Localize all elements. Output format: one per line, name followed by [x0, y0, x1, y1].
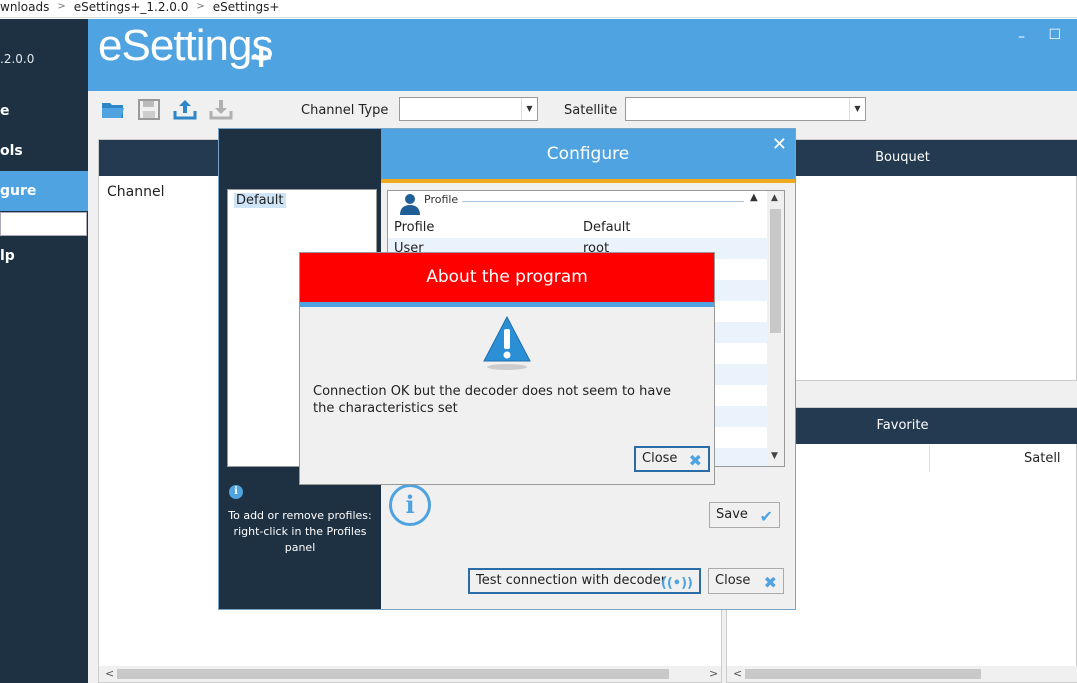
- column-divider: [929, 446, 930, 472]
- save-button-label: Save: [716, 507, 748, 522]
- satellite-column-header[interactable]: Satell: [1024, 451, 1061, 466]
- chevron-left-icon[interactable]: <: [733, 666, 742, 682]
- user-icon: [400, 194, 420, 215]
- app-logo-plus: +: [250, 37, 273, 79]
- minimize-button[interactable]: –: [1018, 29, 1025, 45]
- version-label: .2.0.0: [0, 52, 35, 66]
- app-logo: eSettings: [98, 21, 273, 70]
- sidebar-item-tools[interactable]: ols: [0, 131, 88, 171]
- toolbar: Channel Type ▼ Satellite ▼: [88, 91, 1077, 129]
- scroll-thumb[interactable]: [770, 209, 781, 333]
- chevron-down-icon[interactable]: ▼: [771, 451, 778, 461]
- info-circle-icon: i: [389, 484, 431, 526]
- close-x-icon: ✖: [763, 573, 777, 592]
- about-message: Connection OK but the decoder does not s…: [313, 384, 672, 416]
- channel-type-label: Channel Type: [301, 103, 389, 118]
- profiles-hint: To add or remove profiles: right-click i…: [228, 509, 372, 554]
- properties-vscroll[interactable]: ▲ ▼: [767, 191, 784, 466]
- maximize-button[interactable]: ☐: [1048, 27, 1061, 43]
- scroll-thumb[interactable]: [745, 669, 981, 679]
- property-value[interactable]: Default: [583, 217, 631, 238]
- save-button[interactable]: Save ✔: [709, 502, 780, 528]
- channel-label: Channel: [107, 184, 165, 200]
- chevron-down-icon: ▼: [521, 98, 537, 120]
- property-row: Profile Default: [388, 217, 768, 238]
- profile-item-default[interactable]: Default: [234, 193, 286, 208]
- close-button[interactable]: Close ✖: [708, 568, 784, 594]
- about-dialog: About the program Connection OK but the …: [299, 252, 715, 485]
- address-bar[interactable]: wnloads > eSettings+_1.2.0.0 > eSettings+: [0, 0, 1077, 18]
- close-button-label: Close: [715, 573, 751, 588]
- breadcrumb-folder[interactable]: eSettings+_1.2.0.0: [74, 0, 189, 14]
- upload-icon[interactable]: [172, 97, 198, 121]
- save-icon[interactable]: [136, 97, 162, 121]
- about-title: About the program: [300, 253, 714, 302]
- satellite-label: Satellite: [564, 103, 618, 118]
- satellite-select[interactable]: ▼: [625, 97, 866, 121]
- accent-band: [381, 179, 795, 183]
- chevron-up-icon[interactable]: ▲: [771, 193, 778, 203]
- chevron-right-icon: >: [196, 1, 205, 12]
- profile-section-title: Profile: [424, 193, 463, 206]
- test-connection-label: Test connection with decoder: [476, 573, 667, 588]
- breadcrumb-downloads[interactable]: wnloads: [0, 0, 49, 14]
- warning-icon: [483, 315, 531, 370]
- configure-title: Configure: [381, 129, 795, 179]
- sidebar-item-configure[interactable]: gure: [0, 171, 88, 211]
- chevron-left-icon[interactable]: <: [105, 666, 114, 682]
- collapse-icon[interactable]: ▲: [750, 192, 758, 203]
- chevron-right-icon: >: [57, 1, 66, 12]
- breadcrumb-app[interactable]: eSettings+: [213, 0, 280, 14]
- test-connection-button[interactable]: Test connection with decoder ((•)): [468, 568, 701, 594]
- scroll-thumb[interactable]: [117, 669, 669, 679]
- about-close-button[interactable]: Close ✖: [634, 446, 710, 472]
- sidebar-item-help[interactable]: lp: [0, 236, 88, 276]
- sidebar-input[interactable]: [0, 212, 87, 236]
- chevron-down-icon: ▼: [849, 98, 865, 120]
- channel-hscroll[interactable]: < >: [99, 666, 721, 682]
- channel-type-select[interactable]: ▼: [399, 97, 538, 121]
- close-x-icon: ✖: [688, 451, 702, 470]
- checkmark-icon: ✔: [759, 507, 773, 526]
- accent-band: [300, 302, 714, 307]
- about-close-label: Close: [642, 451, 678, 466]
- sidebar: .2.0.0 e ols gure lp: [0, 19, 88, 683]
- sidebar-item-home[interactable]: e: [0, 91, 88, 131]
- info-icon: i: [229, 485, 243, 499]
- property-key: Profile: [394, 220, 435, 235]
- antenna-icon: ((•)): [660, 576, 693, 591]
- download-icon[interactable]: [208, 97, 234, 121]
- favorite-hscroll[interactable]: <: [727, 666, 1077, 682]
- section-divider: [424, 201, 744, 202]
- open-folder-icon[interactable]: [100, 97, 126, 121]
- chevron-right-icon[interactable]: >: [709, 666, 718, 682]
- app-header: eSettings + – ☐: [88, 19, 1077, 91]
- close-icon[interactable]: ✕: [772, 135, 787, 155]
